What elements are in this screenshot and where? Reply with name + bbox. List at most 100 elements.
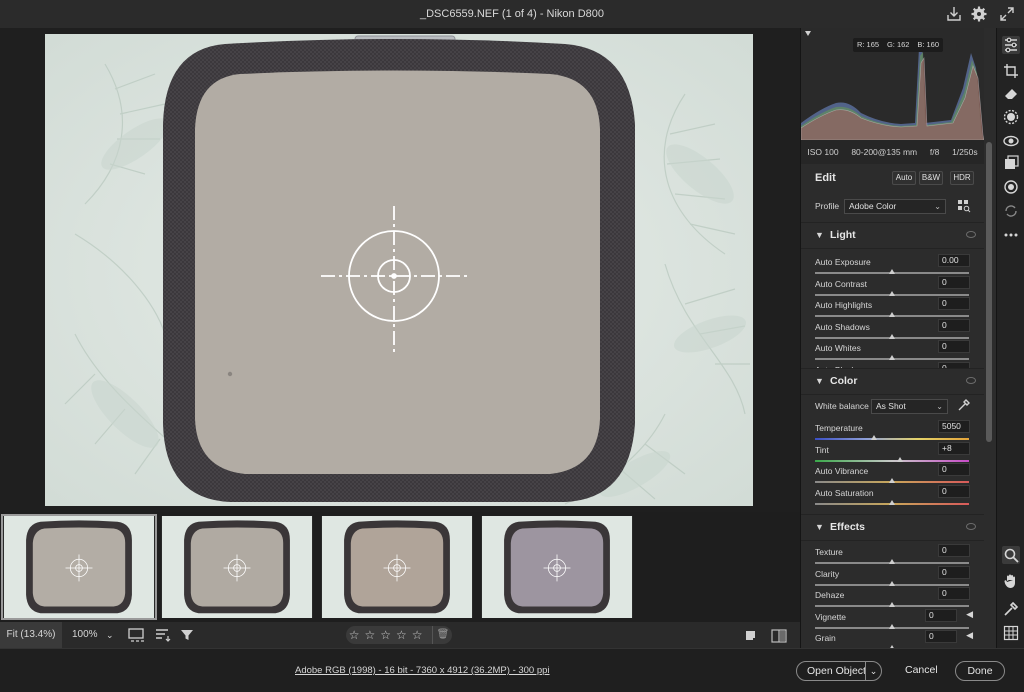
histogram: R: 165 G: 162 B: 160 <box>800 28 990 141</box>
zoom-icon[interactable] <box>1002 546 1020 564</box>
eye-icon[interactable] <box>966 377 976 384</box>
redeye-icon[interactable] <box>1002 132 1020 150</box>
slider-value-input[interactable]: 0 <box>925 608 957 622</box>
slider-value-input[interactable]: 0 <box>938 463 970 476</box>
slider-value-input[interactable]: 0.00 <box>938 254 970 267</box>
snapshots-icon[interactable] <box>1002 178 1020 196</box>
scrollbar-thumb[interactable] <box>986 142 992 442</box>
slider-knob[interactable] <box>889 269 895 274</box>
mask-icon[interactable] <box>1002 108 1020 126</box>
slider-knob[interactable] <box>889 499 895 505</box>
slider-label: Auto Whites <box>815 343 861 353</box>
filmstrip-thumb-1[interactable] <box>1 514 157 620</box>
slider-label: Dehaze <box>815 590 845 600</box>
photo-preview[interactable] <box>45 34 753 506</box>
edit-icon[interactable] <box>1002 36 1020 54</box>
zoom-100-button[interactable]: 100% <box>72 622 98 648</box>
slider-knob[interactable] <box>889 623 895 629</box>
slider-value-input[interactable]: 0 <box>938 275 970 289</box>
light-header[interactable]: ▼ Light <box>801 223 984 249</box>
wb-picker-icon[interactable] <box>1002 600 1020 618</box>
bw-button[interactable]: B&W <box>919 171 943 185</box>
more-icon[interactable] <box>1002 226 1020 244</box>
trash-icon[interactable]: 🗑 <box>431 626 449 644</box>
slider-value-input[interactable]: 0 <box>938 318 970 332</box>
open-options-chevron-icon[interactable]: ⌄ <box>865 662 881 680</box>
color-section: ▼ Color White balance As Shot ⌄ Temperatu… <box>801 368 984 508</box>
filmstrip-thumb-4[interactable] <box>479 514 635 620</box>
slider-knob[interactable] <box>889 645 895 648</box>
sort-icon[interactable] <box>154 627 172 643</box>
panel-scrollbar[interactable] <box>985 136 993 648</box>
grid-icon[interactable] <box>1002 624 1020 642</box>
expand-arrow-icon[interactable]: ◀ <box>966 609 973 620</box>
edit-title: Edit <box>815 172 836 184</box>
open-object-label: Open Object <box>807 665 866 677</box>
eyedropper-icon[interactable] <box>957 398 971 412</box>
slider-value-input[interactable]: 0 <box>938 544 970 557</box>
slider-label: Vignette <box>815 611 847 622</box>
compare-view-icon[interactable] <box>771 628 787 643</box>
slider-knob[interactable] <box>889 602 895 607</box>
slider-row-auto-saturation: Auto Saturation 0 <box>815 484 973 509</box>
done-button[interactable]: Done <box>955 661 1005 681</box>
auto-button[interactable]: Auto <box>892 171 916 185</box>
image-canvas[interactable] <box>0 28 800 512</box>
slider-value-input[interactable]: +8 <box>938 441 970 455</box>
eye-icon[interactable] <box>966 523 976 530</box>
slider-knob[interactable] <box>889 559 895 564</box>
slider-label: Auto Contrast <box>815 278 867 289</box>
filmstrip-options-icon[interactable] <box>128 627 146 643</box>
slider-label: Auto Saturation <box>815 487 874 498</box>
slider-knob[interactable] <box>870 435 877 440</box>
open-object-button[interactable]: Open Object ⌄ <box>796 661 882 681</box>
white-balance-dropdown[interactable]: As Shot ⌄ <box>871 399 948 414</box>
slider-knob[interactable] <box>889 290 895 296</box>
gear-icon[interactable] <box>970 5 988 23</box>
zoom-dropdown-chevron-icon[interactable]: ⌄ <box>106 622 114 648</box>
slider-knob[interactable] <box>889 312 895 317</box>
filmstrip-thumb-3[interactable] <box>319 514 475 620</box>
slider-value-input[interactable]: 0 <box>938 297 970 310</box>
profile-browser-icon[interactable] <box>957 199 971 213</box>
slider-value-input[interactable]: 0 <box>938 484 970 498</box>
slider-track[interactable] <box>815 438 969 440</box>
star-2[interactable]: ☆ <box>365 626 376 644</box>
eye-icon[interactable] <box>966 231 976 238</box>
eraser-icon[interactable] <box>1002 84 1020 102</box>
hdr-button[interactable]: HDR <box>950 171 974 185</box>
fullscreen-icon[interactable] <box>998 5 1016 23</box>
star-5[interactable]: ☆ <box>412 626 423 644</box>
slider-label: Auto Shadows <box>815 321 870 332</box>
slider-value-input[interactable]: 0 <box>925 630 957 643</box>
save-icon[interactable] <box>945 5 963 23</box>
slider-value-input[interactable]: 0 <box>938 340 970 353</box>
color-title: Color <box>830 375 858 387</box>
slider-value-input[interactable]: 0 <box>938 565 970 579</box>
workflow-options-link[interactable]: Adobe RGB (1998) - 16 bit - 7360 x 4912 … <box>295 665 550 676</box>
color-header[interactable]: ▼ Color <box>801 369 984 395</box>
toggle-view-icon[interactable] <box>744 628 758 642</box>
slider-knob[interactable] <box>896 456 903 462</box>
slider-value-input[interactable]: 5050 <box>938 420 970 433</box>
filter-icon[interactable] <box>179 627 195 643</box>
fit-zoom-button[interactable]: Fit (13.4%) <box>0 622 62 648</box>
sync-icon[interactable] <box>1002 202 1020 220</box>
slider-knob[interactable] <box>889 333 895 339</box>
filmstrip-thumb-2[interactable] <box>159 514 315 620</box>
slider-value-input[interactable]: 0 <box>938 587 970 600</box>
slider-knob[interactable] <box>889 580 895 586</box>
presets-icon[interactable] <box>1002 154 1020 172</box>
slider-track[interactable] <box>815 459 969 462</box>
slider-knob[interactable] <box>889 478 895 483</box>
star-1[interactable]: ☆ <box>349 626 360 644</box>
star-3[interactable]: ☆ <box>380 626 391 644</box>
slider-knob[interactable] <box>889 355 895 360</box>
star-4[interactable]: ☆ <box>396 626 407 644</box>
expand-arrow-icon[interactable]: ◀ <box>966 630 973 641</box>
crop-icon[interactable] <box>1002 62 1020 80</box>
effects-header[interactable]: ▼ Effects <box>801 515 984 541</box>
cancel-button[interactable]: Cancel <box>905 664 938 676</box>
profile-dropdown[interactable]: Adobe Color ⌄ <box>844 199 946 214</box>
hand-icon[interactable] <box>1002 572 1020 590</box>
